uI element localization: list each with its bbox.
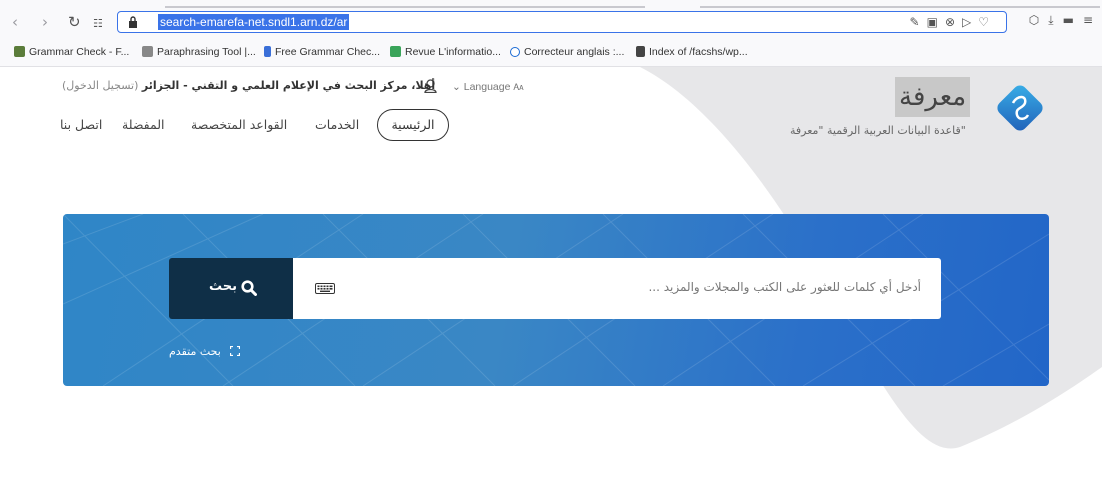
translate-icon[interactable]: ⊗ bbox=[945, 15, 962, 29]
back-icon[interactable]: ‹ bbox=[12, 13, 18, 31]
language-label: Language bbox=[463, 81, 511, 93]
grammar-icon bbox=[264, 46, 271, 57]
bookmarks-bar: Grammar Check - F... Paraphrasing Tool |… bbox=[0, 40, 1102, 67]
search-placeholder: أدخل أي كلمات للعثور على الكتب والمجلات … bbox=[648, 280, 921, 294]
bookmark-item[interactable]: Revue L'informatio... bbox=[390, 46, 501, 58]
edit-icon[interactable]: ✎ bbox=[910, 15, 927, 29]
download-icon[interactable]: ⤓ bbox=[1048, 13, 1062, 27]
advanced-search-label: بحث متقدم bbox=[169, 345, 221, 358]
bookmark-item[interactable]: Index of /facshs/wp... bbox=[636, 46, 748, 58]
paraphrase-icon bbox=[142, 46, 153, 57]
nav-home[interactable]: الرئيسية bbox=[377, 109, 449, 141]
search-button-label: بحث bbox=[209, 279, 238, 294]
send-icon[interactable]: ▷ bbox=[962, 15, 978, 29]
extensions-area: ⬡⤓▬≡ bbox=[1029, 13, 1102, 28]
nav-contact[interactable]: اتصل بنا bbox=[60, 109, 102, 141]
welcome-message: أهلا، مركز البحث في الإعلام العلمي و الت… bbox=[62, 79, 435, 92]
camera-icon[interactable]: ▣ bbox=[927, 15, 945, 29]
keyboard-icon[interactable] bbox=[315, 283, 335, 294]
bookmark-label: Index of /facshs/wp... bbox=[649, 46, 748, 58]
advanced-search-link[interactable]: بحث متقدم bbox=[169, 345, 241, 358]
logo-icon[interactable] bbox=[993, 81, 1047, 135]
bookmark-label: Revue L'informatio... bbox=[405, 46, 501, 58]
welcome-text: أهلا، مركز البحث في الإعلام العلمي و الت… bbox=[141, 79, 436, 92]
menu-icon[interactable]: ≡ bbox=[1083, 13, 1102, 27]
search-input[interactable]: أدخل أي كلمات للعثور على الكتب والمجلات … bbox=[293, 258, 941, 319]
forward-icon[interactable]: › bbox=[42, 13, 48, 31]
battery-icon[interactable]: ▬ bbox=[1063, 13, 1083, 27]
reload-icon[interactable]: ↻ bbox=[68, 13, 81, 31]
expand-icon bbox=[230, 346, 241, 356]
translate-small-icon: 🗛 bbox=[513, 82, 524, 92]
revue-icon bbox=[390, 46, 401, 57]
bookmark-label: Paraphrasing Tool |... bbox=[157, 46, 256, 58]
tab-strip bbox=[165, 6, 645, 8]
bookmark-item[interactable]: Free Grammar Chec... bbox=[264, 46, 380, 58]
bookmark-label: Free Grammar Chec... bbox=[275, 46, 381, 58]
search-button[interactable]: بحث bbox=[169, 258, 293, 319]
bookmark-label: Correcteur anglais :... bbox=[524, 46, 625, 58]
nav-favorites[interactable]: المفضلة bbox=[122, 109, 165, 141]
file-icon bbox=[636, 46, 645, 57]
bookmark-item[interactable]: Correcteur anglais :... bbox=[510, 46, 624, 58]
correcteur-icon bbox=[510, 47, 520, 57]
nav-specialized-databases[interactable]: القواعد المتخصصة bbox=[191, 109, 287, 141]
address-bar-url: search-emarefa-net.sndl1.arn.dz/ar bbox=[158, 14, 350, 30]
browser-toolbar: ‹ › ↻ ☷ search-emarefa-net.sndl1.arn.dz/… bbox=[0, 0, 1102, 40]
page-content: معرفة قاعدة البيانات العربية الرقمية "مع… bbox=[0, 67, 1102, 494]
lock-icon bbox=[129, 16, 137, 28]
logo-wordmark[interactable]: معرفة bbox=[895, 77, 971, 117]
bookmark-item[interactable]: Paraphrasing Tool |... bbox=[142, 46, 256, 58]
grammar-check-icon bbox=[14, 46, 25, 57]
search-panel: بحث أدخل أي كلمات للعثور على الكتب والمج… bbox=[63, 214, 1049, 386]
logo-subtitle: قاعدة البيانات العربية الرقمية "معرفة" bbox=[790, 124, 966, 137]
apps-grid-icon[interactable]: ☷ bbox=[93, 15, 103, 33]
tab-strip-right bbox=[700, 6, 1100, 8]
nav-services[interactable]: الخدمات bbox=[315, 109, 359, 141]
address-bar-actions: ✎▣⊗▷♡ bbox=[910, 15, 996, 29]
bookmark-label: Grammar Check - F... bbox=[29, 46, 130, 58]
chevron-down-icon: ⌄ bbox=[452, 81, 461, 93]
login-link[interactable]: (تسجيل الدخول) bbox=[62, 79, 138, 92]
search-icon bbox=[241, 280, 257, 296]
address-bar[interactable]: search-emarefa-net.sndl1.arn.dz/ar ✎▣⊗▷♡ bbox=[117, 11, 1007, 33]
heart-icon[interactable]: ♡ bbox=[978, 15, 996, 29]
bookmark-item[interactable]: Grammar Check - F... bbox=[14, 46, 129, 58]
language-selector[interactable]: ⌄ Language 🗛 bbox=[452, 81, 524, 93]
extension-icon[interactable]: ⬡ bbox=[1029, 13, 1048, 27]
